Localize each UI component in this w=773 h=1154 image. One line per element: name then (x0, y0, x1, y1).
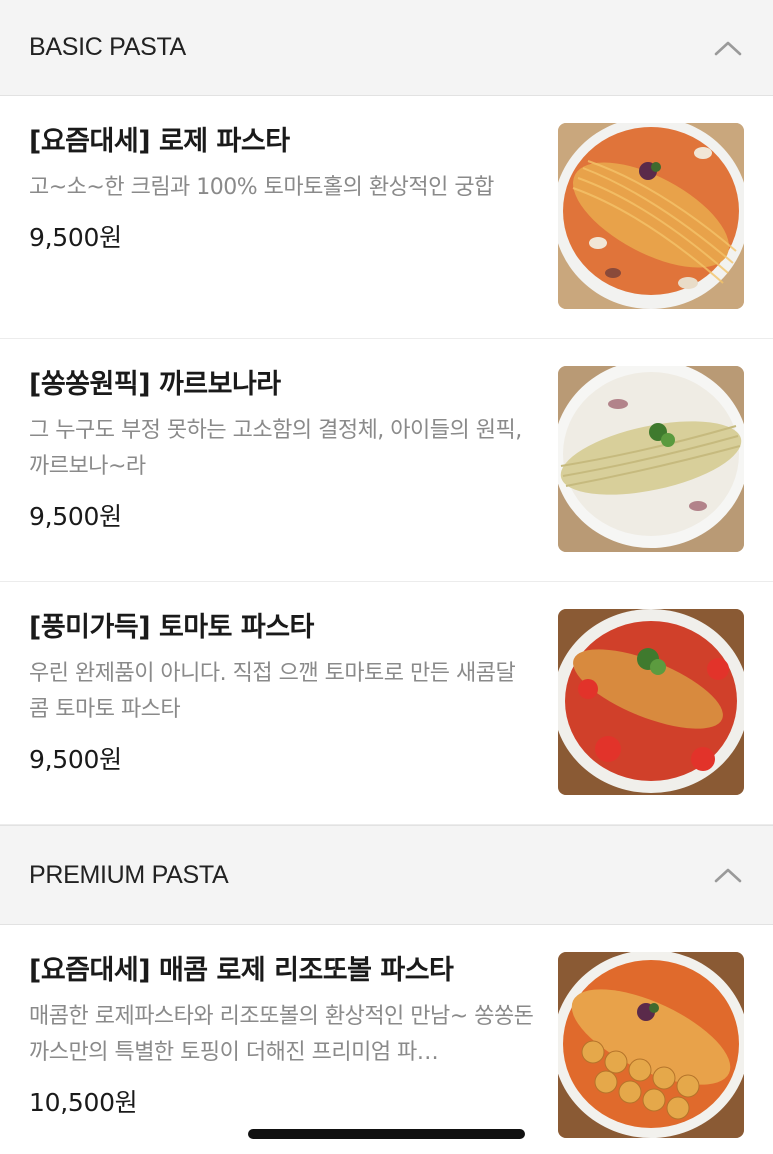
section-title: BASIC PASTA (29, 33, 186, 61)
menu-item-image[interactable] (558, 366, 744, 552)
menu-item-description: 매콤한 로제파스타와 리조또볼의 환상적인 만남~ 쏭쏭돈까스만의 특별한 토핑… (29, 1004, 534, 1065)
menu-item-name: [요즘대세] 로제 파스타 (29, 126, 290, 157)
menu-item[interactable]: [풍미가득] 토마토 파스타 우린 완제품이 아니다. 직접 으깬 토마토로 만… (0, 582, 773, 825)
section-header-basic-pasta[interactable]: BASIC PASTA (0, 0, 773, 96)
section-header-premium-pasta[interactable]: PREMIUM PASTA (0, 825, 773, 925)
section-title: PREMIUM PASTA (29, 860, 229, 889)
menu-item-description: 우린 완제품이 아니다. 직접 으깬 토마토로 만든 새콤달콤 토마토 파스타 (29, 661, 516, 722)
menu-item-name: [쏭쏭원픽] 까르보나라 (29, 369, 281, 400)
chevron-up-icon[interactable] (713, 38, 743, 58)
menu-item-image[interactable] (558, 123, 744, 309)
menu-item-price: 9,500원 (29, 502, 122, 531)
menu-item[interactable]: [쏭쏭원픽] 까르보나라 그 누구도 부정 못하는 고소함의 결정체, 아이들의… (0, 339, 773, 582)
menu-item-price: 9,500원 (29, 745, 122, 774)
menu-item[interactable]: [요즘대세] 매콤 로제 리조또볼 파스타 매콤한 로제파스타와 리조또볼의 환… (0, 925, 773, 1154)
menu-item-price: 9,500원 (29, 223, 122, 252)
home-indicator[interactable] (248, 1129, 525, 1139)
menu-item-name: [풍미가득] 토마토 파스타 (29, 612, 314, 643)
menu-item-description: 고~소~한 크림과 100% 토마토홀의 환상적인 궁합 (29, 175, 494, 200)
chevron-up-icon[interactable] (713, 865, 743, 885)
menu-item-image[interactable] (558, 952, 744, 1138)
menu-item-image[interactable] (558, 609, 744, 795)
menu-item[interactable]: [요즘대세] 로제 파스타 고~소~한 크림과 100% 토마토홀의 환상적인 … (0, 96, 773, 339)
menu-item-name: [요즘대세] 매콤 로제 리조또볼 파스타 (29, 955, 454, 986)
menu-item-price: 10,500원 (29, 1088, 138, 1117)
menu-item-description: 그 누구도 부정 못하는 고소함의 결정체, 아이들의 원픽, 까르보나~라 (29, 418, 522, 479)
